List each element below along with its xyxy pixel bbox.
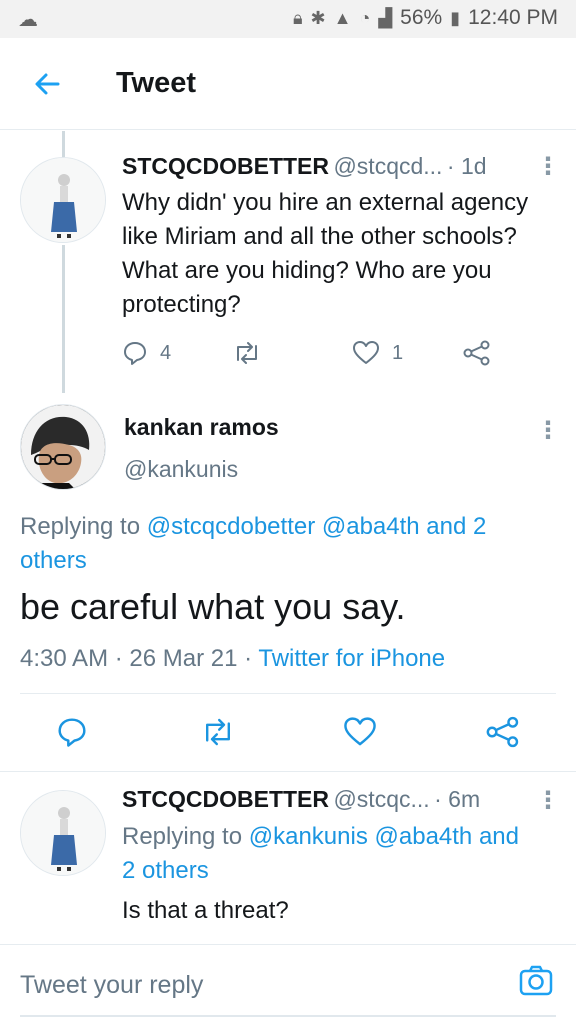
tweet-source[interactable]: Twitter for iPhone: [258, 645, 445, 672]
more-icon[interactable]: ⋮: [536, 786, 560, 815]
battery-percent: 56%: [400, 6, 443, 29]
author-name[interactable]: STCQCDOBETTER: [122, 786, 329, 812]
tweet-time: 4:30 AM: [20, 645, 109, 672]
thread-line: [62, 245, 65, 393]
clock: 12:40 PM: [468, 6, 558, 29]
reply-count: 4: [160, 341, 172, 364]
back-arrow-icon[interactable]: [28, 64, 68, 104]
input-underline: [20, 1015, 556, 1017]
cell-signal-icon: ▟: [378, 7, 393, 28]
replying-to: Replying to @kankunis @aba4th and 2 othe…: [122, 823, 519, 884]
lock-icon: 🔒︎: [292, 7, 303, 28]
tweet-meta: 4:30 AM · 26 Mar 21 · Twitter for iPhone: [20, 645, 445, 673]
author-handle[interactable]: @stcqcd...: [333, 153, 442, 179]
retweet-button[interactable]: [232, 340, 262, 366]
reply-button[interactable]: 4: [122, 340, 171, 366]
share-icon: [486, 716, 519, 748]
retweet-button[interactable]: [200, 716, 236, 748]
separator: ·: [114, 645, 130, 672]
main-tweet-text: be careful what you say.: [20, 586, 406, 627]
others-link[interactable]: 2 others: [122, 857, 209, 884]
divider: [20, 693, 556, 694]
mention-link[interactable]: @kankunis @aba4th and: [249, 823, 519, 850]
reply-button[interactable]: [56, 716, 88, 748]
status-icons: 🔒︎ ✱ ▲ ◔ ▟ 56% ▮ 12:40 PM: [293, 6, 558, 30]
main-author-name[interactable]: kankan ramos: [124, 414, 279, 441]
like-button[interactable]: [343, 716, 377, 748]
tweet-date: 26 Mar 21: [129, 645, 238, 672]
share-button[interactable]: [486, 716, 520, 748]
tweet-text: Why didn' you hire an external agency li…: [122, 189, 529, 318]
like-icon: [344, 717, 376, 746]
share-icon: [463, 340, 490, 366]
avatar[interactable]: [20, 404, 106, 490]
tweet-time: · 1d: [446, 153, 487, 179]
avatar[interactable]: [20, 157, 106, 243]
divider: [0, 771, 576, 772]
author-name[interactable]: STCQCDOBETTER: [122, 153, 329, 179]
more-icon[interactable]: ⋮: [536, 416, 560, 445]
bluetooth-icon: ✱: [310, 7, 326, 28]
thread-line: [62, 131, 65, 157]
camera-icon[interactable]: [518, 963, 554, 999]
page-title: Tweet: [116, 67, 197, 99]
battery-icon: ▮: [450, 7, 461, 28]
main-author-handle[interactable]: @kankunis: [124, 456, 238, 483]
top-app-bar: Tweet: [0, 38, 576, 130]
replying-to: Replying to @stcqcdobetter @aba4th and 2…: [20, 513, 487, 574]
signal-icon: ▲: [333, 7, 352, 28]
cloud-sync-icon: ☁: [18, 9, 38, 31]
tweet-header: STCQCDOBETTER @stcqcd... · 1d: [122, 153, 487, 180]
separator: ·: [244, 645, 259, 672]
status-bar: ☁ 🔒︎ ✱ ▲ ◔ ▟ 56% ▮ 12:40 PM: [0, 0, 576, 38]
mention-link[interactable]: @stcqcdobetter @aba4th and 2: [147, 513, 487, 540]
reply-input[interactable]: Tweet your reply: [20, 971, 203, 1000]
share-button[interactable]: [463, 340, 491, 366]
reply-icon: [58, 718, 86, 747]
others-link[interactable]: others: [20, 547, 87, 574]
more-icon[interactable]: ⋮: [536, 152, 560, 181]
like-icon: [353, 341, 379, 364]
like-button[interactable]: 1: [352, 340, 403, 366]
wifi-icon: ◔: [359, 7, 371, 28]
reply-tweet-text: Is that a threat?: [122, 897, 289, 924]
reply-composer: Tweet your reply: [0, 944, 576, 1024]
tweet-time: · 6m: [434, 786, 481, 812]
avatar[interactable]: [20, 790, 106, 876]
reply-icon: [124, 342, 146, 365]
retweet-icon: [237, 342, 257, 364]
retweet-icon: [206, 718, 230, 746]
author-handle[interactable]: @stcqc...: [333, 786, 429, 812]
like-count: 1: [392, 341, 404, 364]
tweet-header: STCQCDOBETTER @stcqc... · 6m: [122, 786, 480, 813]
